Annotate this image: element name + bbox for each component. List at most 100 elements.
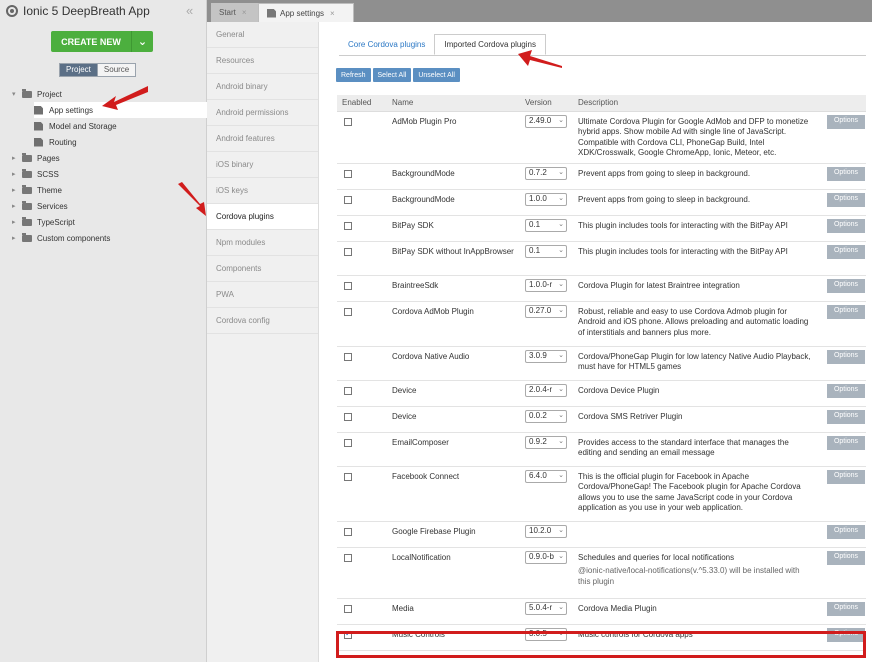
enabled-checkbox[interactable] bbox=[344, 527, 352, 536]
caret-right-icon[interactable]: ▸ bbox=[12, 218, 22, 226]
tab-app-settings[interactable]: App settings × bbox=[258, 3, 354, 22]
settings-nav-item[interactable]: Cordova plugins bbox=[207, 204, 318, 230]
tree-item[interactable]: ▸ Custom components bbox=[12, 230, 110, 246]
settings-nav-item[interactable]: Android binary bbox=[207, 74, 318, 100]
version-select[interactable]: 6.4.0 ⌄ bbox=[525, 469, 567, 483]
enabled-checkbox[interactable] bbox=[344, 307, 352, 316]
version-select[interactable]: 0.0.2 ⌄ bbox=[525, 409, 567, 423]
caret-right-icon[interactable]: ▸ bbox=[12, 234, 22, 242]
chevron-down-icon[interactable]: ⌄ bbox=[131, 31, 153, 52]
enabled-checkbox[interactable] bbox=[344, 247, 352, 256]
tab-start[interactable]: Start × bbox=[211, 3, 262, 22]
create-new-button[interactable]: CREATE NEW ⌄ bbox=[51, 31, 153, 52]
unselect-all-button[interactable]: Unselect All bbox=[413, 68, 460, 82]
caret-right-icon[interactable]: ▸ bbox=[12, 170, 22, 178]
version-select[interactable]: 0.1 ⌄ bbox=[525, 218, 567, 232]
options-button[interactable]: Options bbox=[827, 409, 865, 424]
version-select[interactable]: 3.0.9 ⌄ bbox=[525, 349, 567, 363]
caret-right-icon[interactable]: ▸ bbox=[12, 154, 22, 162]
settings-nav-item[interactable]: Npm modules bbox=[207, 230, 318, 256]
enabled-checkbox[interactable] bbox=[344, 386, 352, 395]
refresh-button[interactable]: Refresh bbox=[336, 68, 371, 82]
version-select[interactable]: 1.0.0 ⌄ bbox=[525, 192, 567, 206]
enabled-checkbox[interactable] bbox=[344, 221, 352, 230]
tree-item-label: Pages bbox=[37, 153, 60, 163]
settings-nav-item[interactable]: Android permissions bbox=[207, 100, 318, 126]
tree-item[interactable]: ▸ Pages bbox=[12, 150, 60, 166]
tab-core-cordova-plugins[interactable]: Core Cordova plugins bbox=[339, 34, 434, 55]
options-button[interactable]: Options bbox=[827, 218, 865, 233]
settings-nav-item[interactable]: Components bbox=[207, 256, 318, 282]
enabled-checkbox[interactable] bbox=[344, 412, 352, 421]
settings-nav-item[interactable]: Cordova config bbox=[207, 308, 318, 334]
version-value: 6.4.0 bbox=[529, 470, 547, 480]
tree-item[interactable]: ▸ Services bbox=[12, 198, 68, 214]
plugin-description: This plugin includes tools for interacti… bbox=[578, 246, 788, 256]
options-button[interactable]: Options bbox=[827, 627, 865, 642]
enabled-checkbox[interactable] bbox=[344, 352, 352, 361]
tree-item[interactable]: App settings bbox=[34, 102, 207, 118]
close-icon[interactable]: × bbox=[330, 9, 335, 18]
options-button[interactable]: Options bbox=[827, 550, 865, 565]
version-select[interactable]: 2.49.0 ⌄ bbox=[525, 114, 567, 128]
options-button[interactable]: Options bbox=[827, 278, 865, 293]
settings-nav-item[interactable]: iOS binary bbox=[207, 152, 318, 178]
settings-nav-item[interactable]: PWA bbox=[207, 282, 318, 308]
tree-item-label: App settings bbox=[49, 105, 94, 115]
enabled-checkbox[interactable] bbox=[344, 195, 352, 204]
tab-source[interactable]: Source bbox=[97, 63, 137, 77]
settings-nav-item[interactable]: General bbox=[207, 22, 318, 48]
close-icon[interactable]: × bbox=[242, 8, 247, 17]
options-button[interactable]: Options bbox=[827, 166, 865, 181]
enabled-checkbox[interactable] bbox=[344, 117, 352, 126]
options-button[interactable]: Options bbox=[827, 383, 865, 398]
version-select[interactable]: 1.0.0-r ⌄ bbox=[525, 278, 567, 292]
version-select[interactable]: 5.0.4-r ⌄ bbox=[525, 601, 567, 615]
enabled-checkbox[interactable] bbox=[344, 472, 352, 481]
tab-project[interactable]: Project bbox=[59, 63, 98, 77]
version-select[interactable]: 3.0.5 ⌄ bbox=[525, 627, 567, 641]
options-button[interactable]: Options bbox=[827, 524, 865, 539]
enabled-cell bbox=[337, 380, 387, 407]
caret-right-icon[interactable]: ▸ bbox=[12, 186, 22, 194]
version-select[interactable]: 0.7.2 ⌄ bbox=[525, 166, 567, 180]
enabled-checkbox[interactable] bbox=[344, 553, 352, 562]
options-button[interactable]: Options bbox=[827, 469, 865, 484]
options-button[interactable]: Options bbox=[827, 304, 865, 319]
settings-nav-item[interactable]: Resources bbox=[207, 48, 318, 74]
settings-nav-item[interactable]: Android features bbox=[207, 126, 318, 152]
enabled-checkbox[interactable] bbox=[344, 604, 352, 613]
version-select[interactable]: 2.0.4-r ⌄ bbox=[525, 383, 567, 397]
enabled-checkbox[interactable] bbox=[344, 169, 352, 178]
caret-down-icon[interactable]: ▾ bbox=[12, 90, 22, 98]
plugin-description: Prevent apps from going to sleep in back… bbox=[578, 168, 751, 178]
tree-item[interactable]: ▸ TypeScript bbox=[12, 214, 75, 230]
options-button[interactable]: Options bbox=[827, 435, 865, 450]
settings-nav-item[interactable]: iOS keys bbox=[207, 178, 318, 204]
caret-right-icon[interactable]: ▸ bbox=[12, 202, 22, 210]
tree-item[interactable]: Model and Storage bbox=[34, 118, 117, 134]
options-button[interactable]: Options bbox=[827, 244, 865, 259]
tree-item[interactable]: Routing bbox=[34, 134, 77, 150]
select-all-button[interactable]: Select All bbox=[372, 68, 412, 82]
plugin-name: Media bbox=[387, 598, 520, 625]
options-button[interactable]: Options bbox=[827, 349, 865, 364]
tree-item[interactable]: ▸ SCSS bbox=[12, 166, 59, 182]
options-button[interactable]: Options bbox=[827, 601, 865, 616]
options-button[interactable]: Options bbox=[827, 114, 865, 129]
tab-imported-cordova-plugins[interactable]: Imported Cordova plugins bbox=[434, 34, 546, 55]
enabled-checkbox[interactable] bbox=[344, 629, 352, 639]
tree-item[interactable]: ▸ Theme bbox=[12, 182, 62, 198]
version-select[interactable]: 0.9.2 ⌄ bbox=[525, 435, 567, 449]
version-select[interactable]: 0.27.0 ⌄ bbox=[525, 304, 567, 318]
version-select[interactable]: 0.1 ⌄ bbox=[525, 244, 567, 258]
collapse-panel-icon[interactable]: « bbox=[186, 3, 193, 18]
enabled-checkbox[interactable] bbox=[344, 438, 352, 447]
version-cell: 0.9.2 ⌄ bbox=[520, 432, 573, 467]
enabled-checkbox[interactable] bbox=[344, 281, 352, 290]
version-select[interactable]: 0.9.0-b ⌄ bbox=[525, 550, 567, 564]
options-button[interactable]: Options bbox=[827, 192, 865, 207]
tree-item[interactable]: ▾ Project bbox=[12, 86, 62, 102]
version-select[interactable]: 10.2.0 ⌄ bbox=[525, 524, 567, 538]
action-buttons: Refresh Select All Unselect All bbox=[336, 68, 460, 82]
